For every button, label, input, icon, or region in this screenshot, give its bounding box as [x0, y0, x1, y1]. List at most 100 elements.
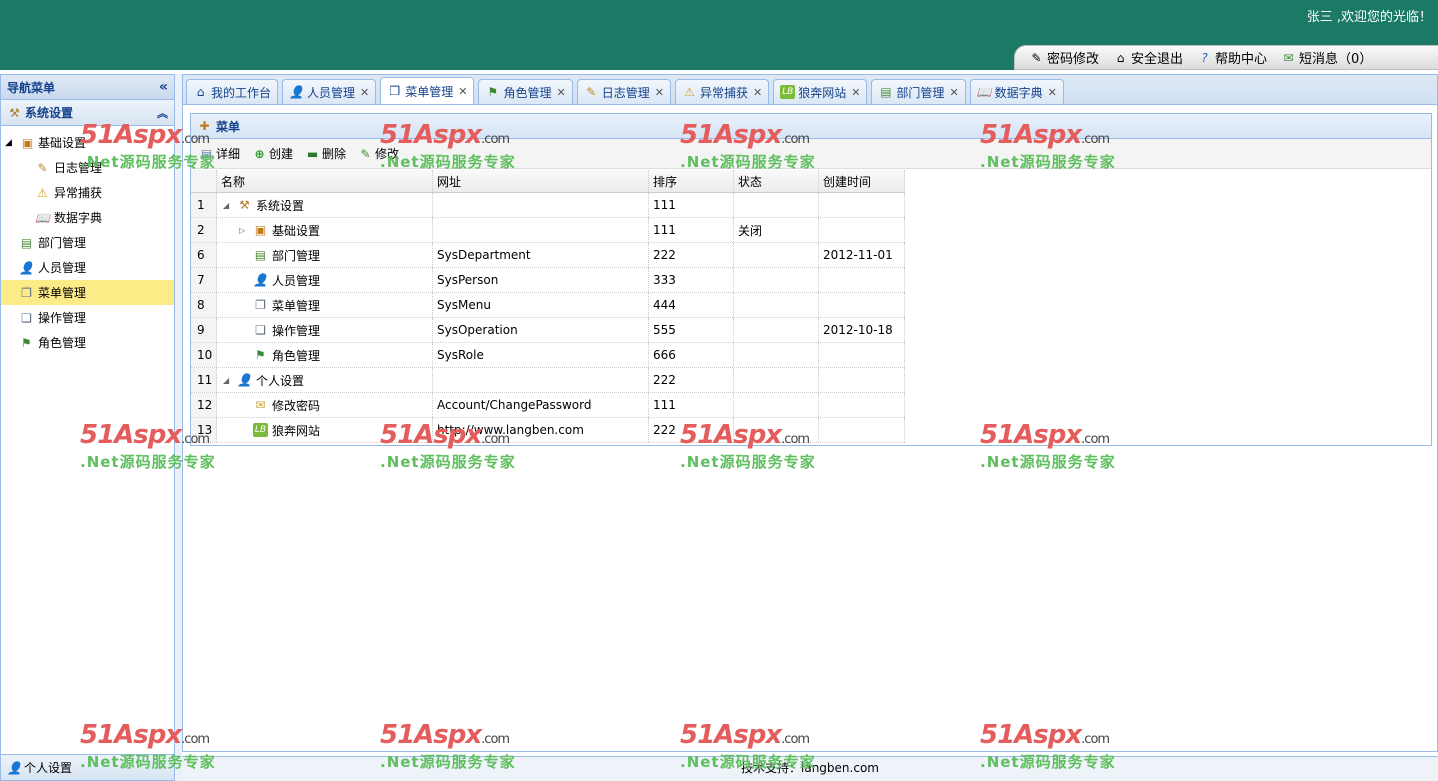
table-row[interactable]: 12 ✉ 修改密码 Account/ChangePassword 111 [191, 393, 905, 418]
menu-panel: ✚ 菜单 ▤ 详细 ⊕ 创建 ▬ 删除 ✎ 修改 名称 网址 排序 状态 创建时间 1 ◢ ⚒… [190, 113, 1432, 446]
created-cell [819, 418, 905, 442]
close-icon[interactable]: ✕ [655, 86, 664, 99]
logout-link[interactable]: ⌂ 安全退出 [1113, 48, 1183, 68]
tab-role[interactable]: ⚑ 角色管理 ✕ [478, 79, 573, 104]
column-header-created[interactable]: 创建时间 [819, 170, 905, 192]
tree-item-log[interactable]: ✎ 日志管理 [1, 155, 174, 180]
created-cell [819, 193, 905, 217]
tab-department[interactable]: ▤ 部门管理 ✕ [871, 79, 966, 104]
table-row[interactable]: 8 ❐ 菜单管理 SysMenu 444 [191, 293, 905, 318]
tab-workbench[interactable]: ⌂ 我的工作台 [186, 79, 279, 104]
tab-dictionary[interactable]: 📖 数据字典 ✕ [969, 79, 1064, 104]
tab-log[interactable]: ✎ 日志管理 ✕ [576, 79, 671, 104]
row-number-header [191, 170, 217, 192]
menu-icon: ❐ [389, 84, 401, 98]
person-icon: 👤 [289, 85, 304, 99]
top-header: 张三 ,欢迎您的光临！ ✎ 密码修改 ⌂ 安全退出 ? 帮助中心 ✉ 短消息（0） [0, 0, 1438, 70]
book-icon: ▣ [254, 223, 267, 237]
name-cell: ❏ 操作管理 [217, 318, 433, 342]
created-cell [819, 343, 905, 367]
close-icon[interactable]: ✕ [753, 86, 762, 99]
footer: 技术支持：langben.com [182, 756, 1438, 781]
column-header-name[interactable]: 名称 [217, 170, 433, 192]
status-cell [734, 243, 819, 267]
accordion-personal-settings[interactable]: 👤 个人设置 [1, 754, 174, 780]
column-header-sort[interactable]: 排序 [649, 170, 734, 192]
tree-expanded-icon[interactable]: ◢ [223, 376, 237, 385]
close-icon[interactable]: ✕ [949, 86, 958, 99]
tab-menu[interactable]: ❐ 菜单管理 ✕ [380, 77, 475, 104]
tree-item-operation[interactable]: ❏ 操作管理 [1, 305, 174, 330]
layout-splitter[interactable] [175, 74, 182, 781]
table-row[interactable]: 13 LB 狼奔网站 http://www.langben.com 222 [191, 418, 905, 443]
create-button[interactable]: ⊕ 创建 [252, 145, 293, 162]
tree-item-menu[interactable]: ❐ 菜单管理 [1, 280, 174, 305]
log-icon: ✎ [37, 160, 48, 175]
close-icon[interactable]: ✕ [851, 86, 860, 99]
delete-button[interactable]: ▬ 删除 [305, 145, 346, 162]
tab-exception[interactable]: ⚠ 异常捕获 ✕ [674, 79, 770, 104]
messages-link[interactable]: ✉ 短消息（0） [1281, 48, 1373, 68]
status-cell: 关闭 [734, 218, 819, 242]
department-icon: ▤ [880, 85, 892, 99]
tree-expand-icon[interactable]: ◢ [5, 138, 17, 148]
book-icon: ▣ [21, 135, 34, 150]
tree-collapsed-icon[interactable]: ▷ [239, 226, 253, 235]
collapse-sidebar-icon[interactable]: « [159, 79, 168, 95]
sort-cell: 222 [649, 418, 734, 442]
tree-item-department[interactable]: ▤ 部门管理 [1, 230, 174, 255]
table-row[interactable]: 2 ▷ ▣ 基础设置 111 关闭 [191, 218, 905, 243]
status-cell [734, 393, 819, 417]
person-icon: 👤 [19, 260, 34, 275]
row-number: 10 [191, 343, 217, 367]
table-row[interactable]: 9 ❏ 操作管理 SysOperation 555 2012-10-18 [191, 318, 905, 343]
name-text: 人员管理 [272, 273, 321, 288]
help-link[interactable]: ? 帮助中心 [1197, 48, 1267, 68]
close-icon[interactable]: ✕ [360, 86, 369, 99]
table-row[interactable]: 6 ▤ 部门管理 SysDepartment 222 2012-11-01 [191, 243, 905, 268]
name-text: 角色管理 [272, 348, 321, 363]
close-icon[interactable]: ✕ [557, 86, 566, 99]
sort-cell: 111 [649, 393, 734, 417]
row-number: 11 [191, 368, 217, 392]
name-cell: ▤ 部门管理 [217, 243, 433, 267]
name-text: 操作管理 [272, 323, 321, 338]
change-password-link[interactable]: ✎ 密码修改 [1029, 48, 1099, 68]
close-icon[interactable]: ✕ [458, 85, 467, 98]
tab-langben[interactable]: LB 狼奔网站 ✕ [773, 79, 868, 104]
tree-item-dictionary[interactable]: 📖 数据字典 [1, 205, 174, 230]
edit-button[interactable]: ✎ 修改 [358, 145, 400, 162]
url-cell [433, 368, 649, 392]
name-cell: 👤 人员管理 [217, 268, 433, 292]
tab-person[interactable]: 👤 人员管理 ✕ [282, 79, 377, 104]
sort-cell: 111 [649, 193, 734, 217]
person-icon: 👤 [237, 373, 252, 387]
table-row[interactable]: 11 ◢ 👤 个人设置 222 [191, 368, 905, 393]
status-cell [734, 268, 819, 292]
column-header-status[interactable]: 状态 [734, 170, 819, 192]
nav-title: 导航菜单 [7, 80, 56, 95]
department-icon: ▤ [254, 248, 267, 262]
accordion-system-settings[interactable]: ⚒ 系统设置 ︽ [1, 100, 174, 126]
url-cell: http://www.langben.com [433, 418, 649, 442]
accordion-collapse-icon[interactable]: ︽ [157, 105, 168, 121]
tree-item-basic-settings[interactable]: ◢ ▣ 基础设置 [1, 130, 174, 155]
role-icon: ⚑ [488, 85, 498, 99]
operation-icon: ❏ [21, 310, 32, 325]
column-header-url[interactable]: 网址 [433, 170, 649, 192]
close-icon[interactable]: ✕ [1048, 86, 1057, 99]
row-number: 13 [191, 418, 217, 442]
table-row[interactable]: 7 👤 人员管理 SysPerson 333 [191, 268, 905, 293]
name-text: 系统设置 [256, 198, 305, 213]
tree-item-role[interactable]: ⚑ 角色管理 [1, 330, 174, 355]
tree-item-exception[interactable]: ⚠ 异常捕获 [1, 180, 174, 205]
sort-cell: 555 [649, 318, 734, 342]
warning-icon: ⚠ [684, 85, 695, 99]
tree-item-person[interactable]: 👤 人员管理 [1, 255, 174, 280]
details-button[interactable]: ▤ 详细 [199, 145, 240, 162]
welcome-text: 张三 ,欢迎您的光临！ [1306, 10, 1432, 25]
table-row[interactable]: 10 ⚑ 角色管理 SysRole 666 [191, 343, 905, 368]
table-row[interactable]: 1 ◢ ⚒ 系统设置 111 [191, 193, 905, 218]
tree-expanded-icon[interactable]: ◢ [223, 201, 237, 210]
row-number: 7 [191, 268, 217, 292]
